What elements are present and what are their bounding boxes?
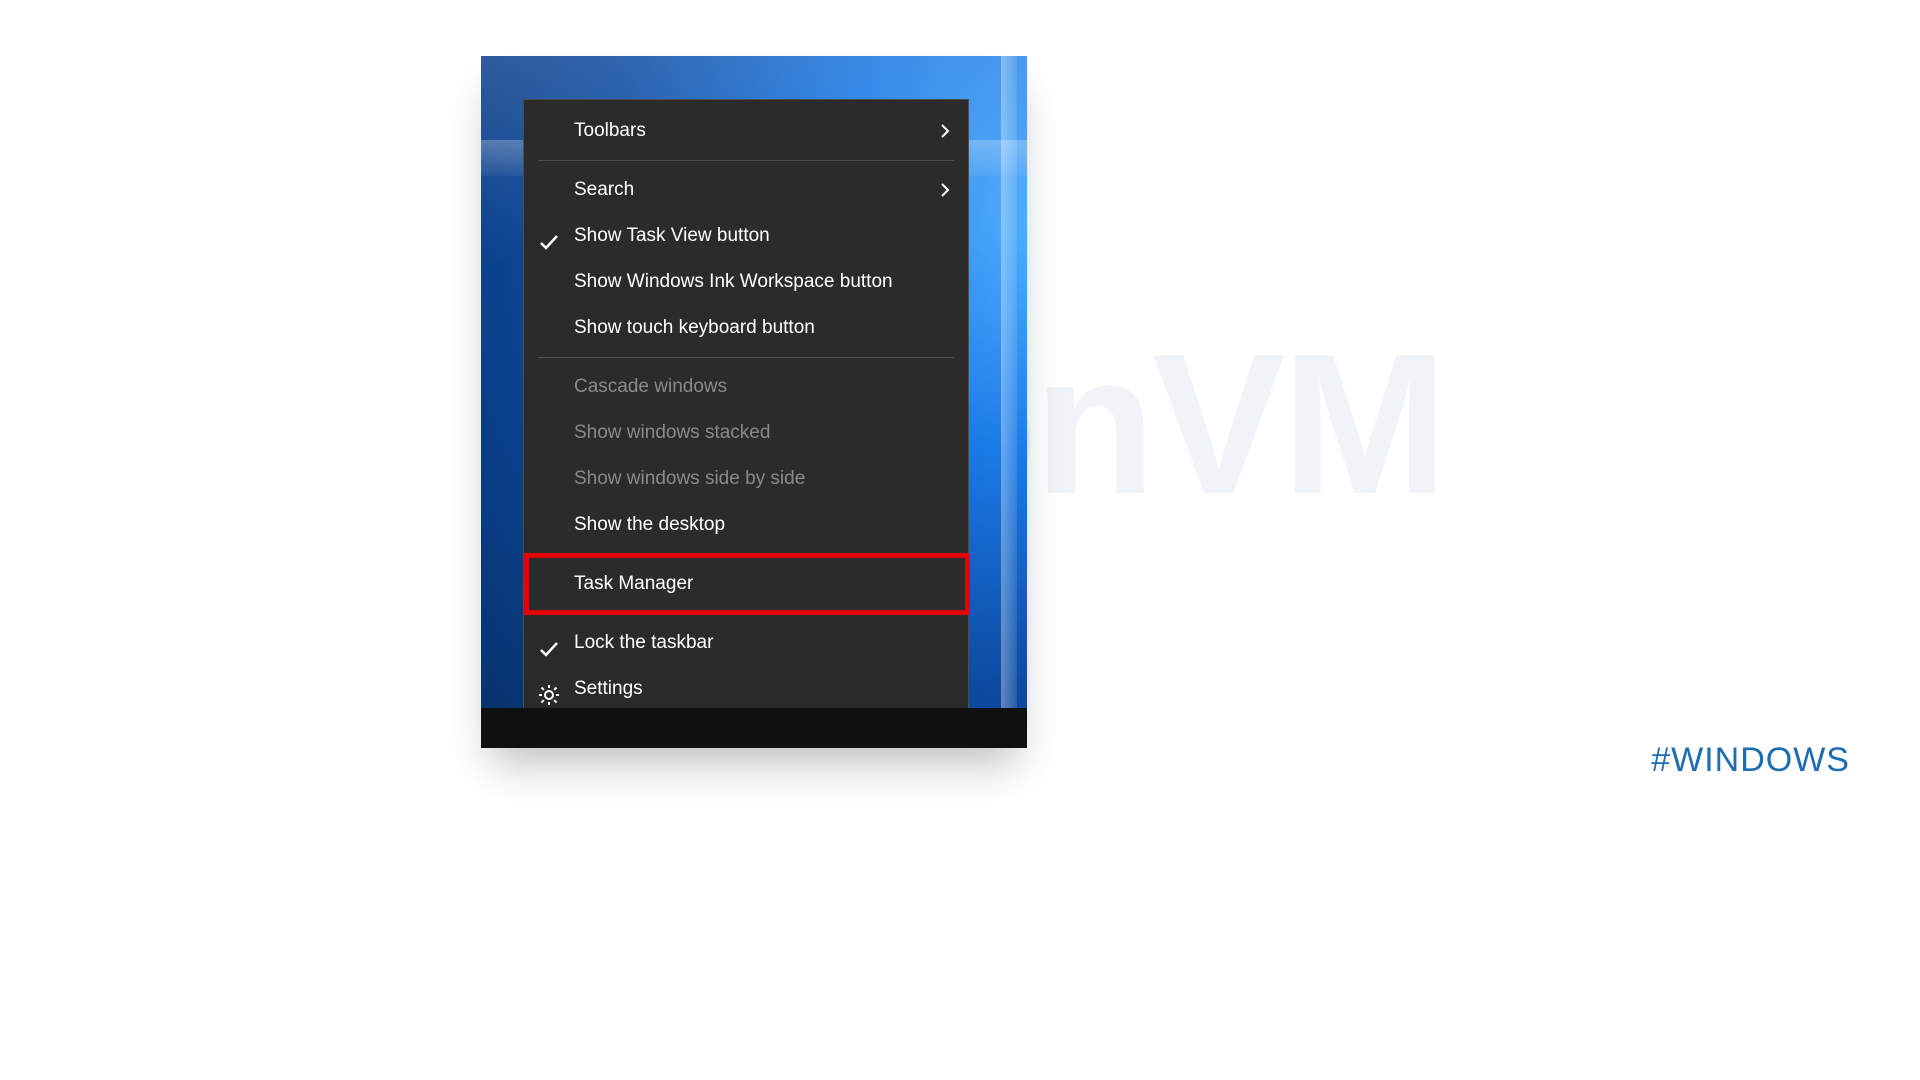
- hashtag-label: #WINDOWS: [1651, 741, 1850, 780]
- menu-item-label: Cascade windows: [574, 376, 727, 397]
- chevron-right-icon: [940, 182, 950, 198]
- screenshot-container: Toolbars Search Show Task View button Show …: [481, 56, 1027, 748]
- menu-item-toolbars[interactable]: Toolbars: [524, 108, 968, 154]
- menu-item-task-manager[interactable]: Task Manager: [524, 561, 968, 607]
- screenshot-reflection: ToolbarsSearchShow Task View buttonShow …: [481, 748, 1027, 868]
- menu-separator: [538, 160, 954, 161]
- taskbar-context-menu: Toolbars Search Show Task View button Show …: [523, 99, 969, 721]
- menu-item-show-windows-side-by-side: Show windows side by side: [524, 456, 968, 502]
- taskbar[interactable]: [481, 708, 1027, 748]
- menu-item-label: Show Windows Ink Workspace button: [574, 271, 893, 292]
- check-icon: [538, 632, 560, 654]
- menu-item-label: Settings: [574, 678, 643, 699]
- menu-item-label: Lock the taskbar: [574, 632, 713, 653]
- menu-item-label: Show the desktop: [574, 514, 725, 535]
- menu-item-show-windows-stacked: Show windows stacked: [524, 410, 968, 456]
- menu-item-show-windows-ink-workspace-button[interactable]: Show Windows Ink Workspace button: [524, 259, 968, 305]
- menu-item-label: Search: [574, 179, 634, 200]
- menu-item-cascade-windows: Cascade windows: [524, 364, 968, 410]
- chevron-right-icon: [940, 123, 950, 139]
- menu-item-show-task-view-button[interactable]: Show Task View button: [524, 213, 968, 259]
- menu-item-label: Show windows stacked: [574, 422, 770, 443]
- menu-separator: [538, 613, 954, 614]
- menu-item-lock-the-taskbar[interactable]: Lock the taskbar: [524, 620, 968, 666]
- menu-item-show-touch-keyboard-button[interactable]: Show touch keyboard button: [524, 305, 968, 351]
- menu-item-label: Toolbars: [574, 120, 646, 141]
- menu-separator: [538, 554, 954, 555]
- check-icon: [538, 225, 560, 247]
- menu-item-label: Show Task View button: [574, 225, 770, 246]
- menu-item-label: Task Manager: [574, 573, 693, 594]
- menu-item-show-the-desktop[interactable]: Show the desktop: [524, 502, 968, 548]
- gear-icon: [538, 678, 560, 700]
- menu-item-label: Show touch keyboard button: [574, 317, 815, 338]
- menu-separator: [538, 357, 954, 358]
- menu-item-settings[interactable]: Settings: [524, 666, 968, 712]
- menu-item-label: Show windows side by side: [574, 468, 805, 489]
- menu-item-search[interactable]: Search: [524, 167, 968, 213]
- wallpaper-band-vertical: [1001, 56, 1017, 748]
